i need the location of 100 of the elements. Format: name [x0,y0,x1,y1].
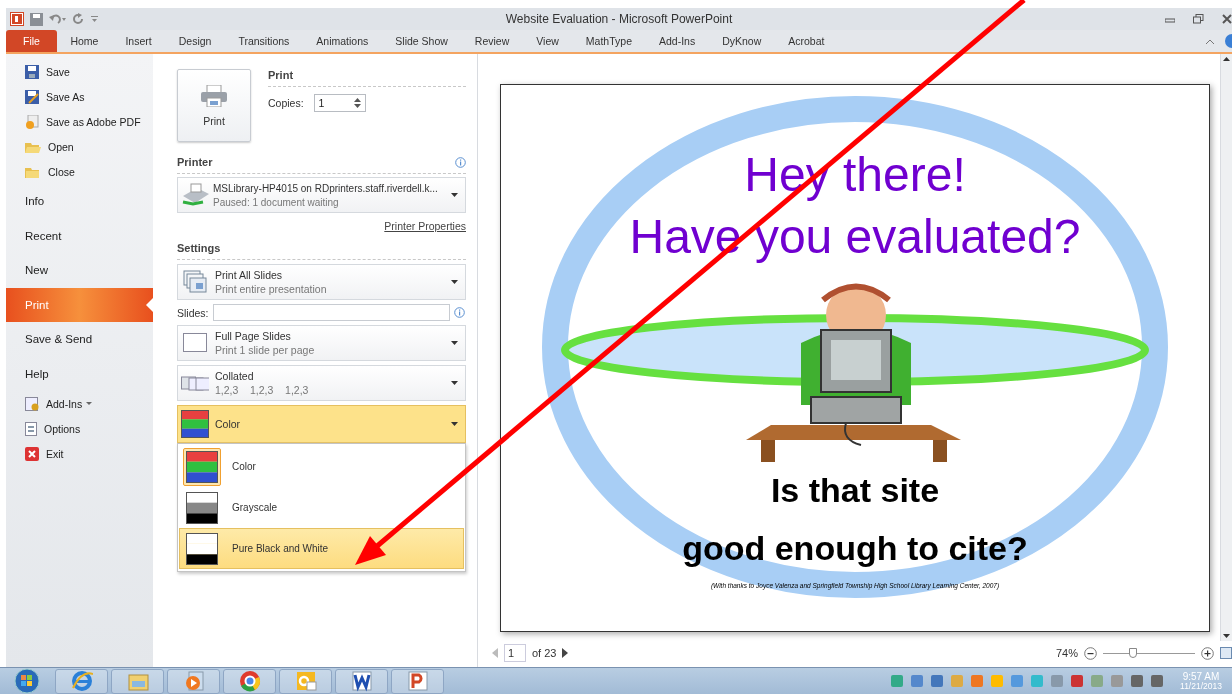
tray-icon[interactable] [930,674,944,688]
minimize-icon[interactable] [1165,15,1175,23]
chrome-icon[interactable] [238,670,261,692]
ribbon-tab[interactable]: Acrobat [774,30,838,52]
menu-item[interactable]: Add-Ins [46,397,83,410]
slides-stack-icon [183,270,207,294]
previous-page-icon[interactable] [492,648,498,658]
document-icon [25,114,39,129]
layout-dropdown[interactable]: Full Page Slides Print 1 slide per page [177,325,466,361]
ribbon-tab[interactable]: DyKnow [708,30,775,52]
slide-text: Is that site [769,470,941,510]
menu-item[interactable]: New [6,253,153,288]
dropdown-caret-icon[interactable] [451,280,458,284]
save-icon[interactable] [30,12,43,26]
tray-icon[interactable] [1010,674,1024,688]
tray-icon[interactable] [890,674,904,688]
zoom-out-icon[interactable] [1084,646,1097,660]
color-swatch-icon [186,450,218,483]
fit-to-window-icon[interactable] [1220,647,1232,659]
ribbon-tab[interactable]: Home [56,30,112,52]
menu-option[interactable]: Grayscale [179,487,464,528]
ribbon-tab[interactable]: MathType [572,30,646,52]
taskbar-app-button[interactable] [223,668,276,694]
tray-icon[interactable] [1110,674,1124,688]
menu-item[interactable]: Close [48,165,75,178]
menu-item[interactable]: Info [6,184,153,219]
info-icon[interactable] [453,307,465,318]
menu-item[interactable]: Options [44,422,81,435]
close-icon[interactable] [1222,14,1232,24]
word-icon[interactable] [350,670,373,692]
color-dropdown[interactable]: Color [177,405,466,443]
slides-label: Slides: [177,306,209,319]
dropdown-title: Color [215,418,242,430]
menu-item[interactable]: Save & Send [6,322,153,357]
ribbon-tab[interactable]: View [522,30,573,52]
printer-status: Paused: 1 document waiting [213,195,340,209]
ribbon-tab[interactable]: Design [165,30,225,52]
next-page-icon[interactable] [562,648,569,658]
scrollbar[interactable] [1220,54,1232,641]
ribbon-tab[interactable]: Add-Ins [645,30,709,52]
ribbon-tab[interactable]: Slide Show [381,30,462,52]
collation-dropdown[interactable]: Collated 1,2,3 1,2,3 1,2,3 [177,365,466,401]
tray-icon[interactable] [1150,674,1164,688]
caret-icon[interactable] [86,401,93,406]
page-number-field[interactable]: 1 [504,644,526,662]
zoom-slider[interactable] [1103,648,1195,658]
restore-icon[interactable] [1193,14,1204,24]
dropdown-caret-icon[interactable] [451,381,458,385]
collapse-ribbon-icon[interactable] [1205,37,1215,45]
menu-item[interactable]: Save as Adobe PDF [46,115,141,128]
print-button[interactable]: Print [177,69,251,142]
menu-item[interactable]: Recent [6,218,153,253]
ribbon-tab[interactable]: Insert [111,30,166,52]
redo-icon[interactable] [73,13,85,25]
menu-item[interactable]: Help [6,356,153,391]
menu-option[interactable]: Color [179,446,464,487]
zoom-in-icon[interactable] [1201,646,1214,660]
print-range-dropdown[interactable]: Print All Slides Print entire presentation [177,264,466,300]
spinner-arrows-icon[interactable] [353,97,361,109]
tray-icon[interactable] [1050,674,1064,688]
slides-input-field[interactable] [212,304,450,321]
tray-icon[interactable] [970,674,984,688]
zoom-level: 74% [1055,647,1078,659]
menu-option[interactable]: Pure Black and White [179,528,464,569]
outlook-icon[interactable] [294,670,317,692]
dropdown-caret-icon[interactable] [451,341,458,345]
dropdown-subtitle: 1,2,3 1,2,3 1,2,3 [215,384,310,396]
tray-icon[interactable] [1130,674,1144,688]
exit-icon [25,446,39,461]
powerpoint-logo-icon[interactable] [10,12,24,26]
dropdown-caret-icon[interactable] [451,422,458,426]
ribbon-tab[interactable]: Review [461,30,523,52]
help-icon[interactable] [1223,34,1232,48]
dropdown-caret-icon[interactable] [451,193,458,197]
undo-icon[interactable] [49,13,67,25]
start-button[interactable] [12,668,42,694]
ribbon-tab[interactable]: File [6,30,57,52]
info-icon[interactable] [455,156,466,168]
ribbon-tab[interactable]: Transitions [224,30,303,52]
menu-item[interactable]: Open [48,140,74,153]
section-heading: Settings [177,242,221,254]
taskbar-app-button[interactable] [335,668,388,694]
ribbon-tab[interactable]: Animations [302,30,382,52]
copies-spinner[interactable]: 1 [313,94,366,112]
menu-item[interactable]: Save As [46,90,85,103]
powerpoint-icon[interactable] [406,670,429,692]
grayscale-swatch-icon [186,491,218,524]
customize-toolbar-icon[interactable] [91,14,99,24]
save-as-icon [25,89,39,104]
scroll-down-icon[interactable] [1221,631,1232,641]
browser-icon[interactable] [70,670,93,692]
menu-item[interactable]: Exit [46,447,64,460]
slide-text: good enough to cite? [681,528,1029,568]
printer-dropdown[interactable]: MSLibrary-HP4015 on RDprinters.staff.riverdell.k... Paused: 1 document waiting [177,177,466,213]
menu-item[interactable]: Save [46,65,70,78]
printer-properties-link[interactable]: Printer Properties [384,220,466,232]
tray-icon[interactable] [1070,674,1084,688]
taskbar-app-button[interactable] [391,668,444,694]
tray-icon[interactable] [910,674,924,688]
zoom-slider-thumb[interactable] [1129,648,1138,658]
